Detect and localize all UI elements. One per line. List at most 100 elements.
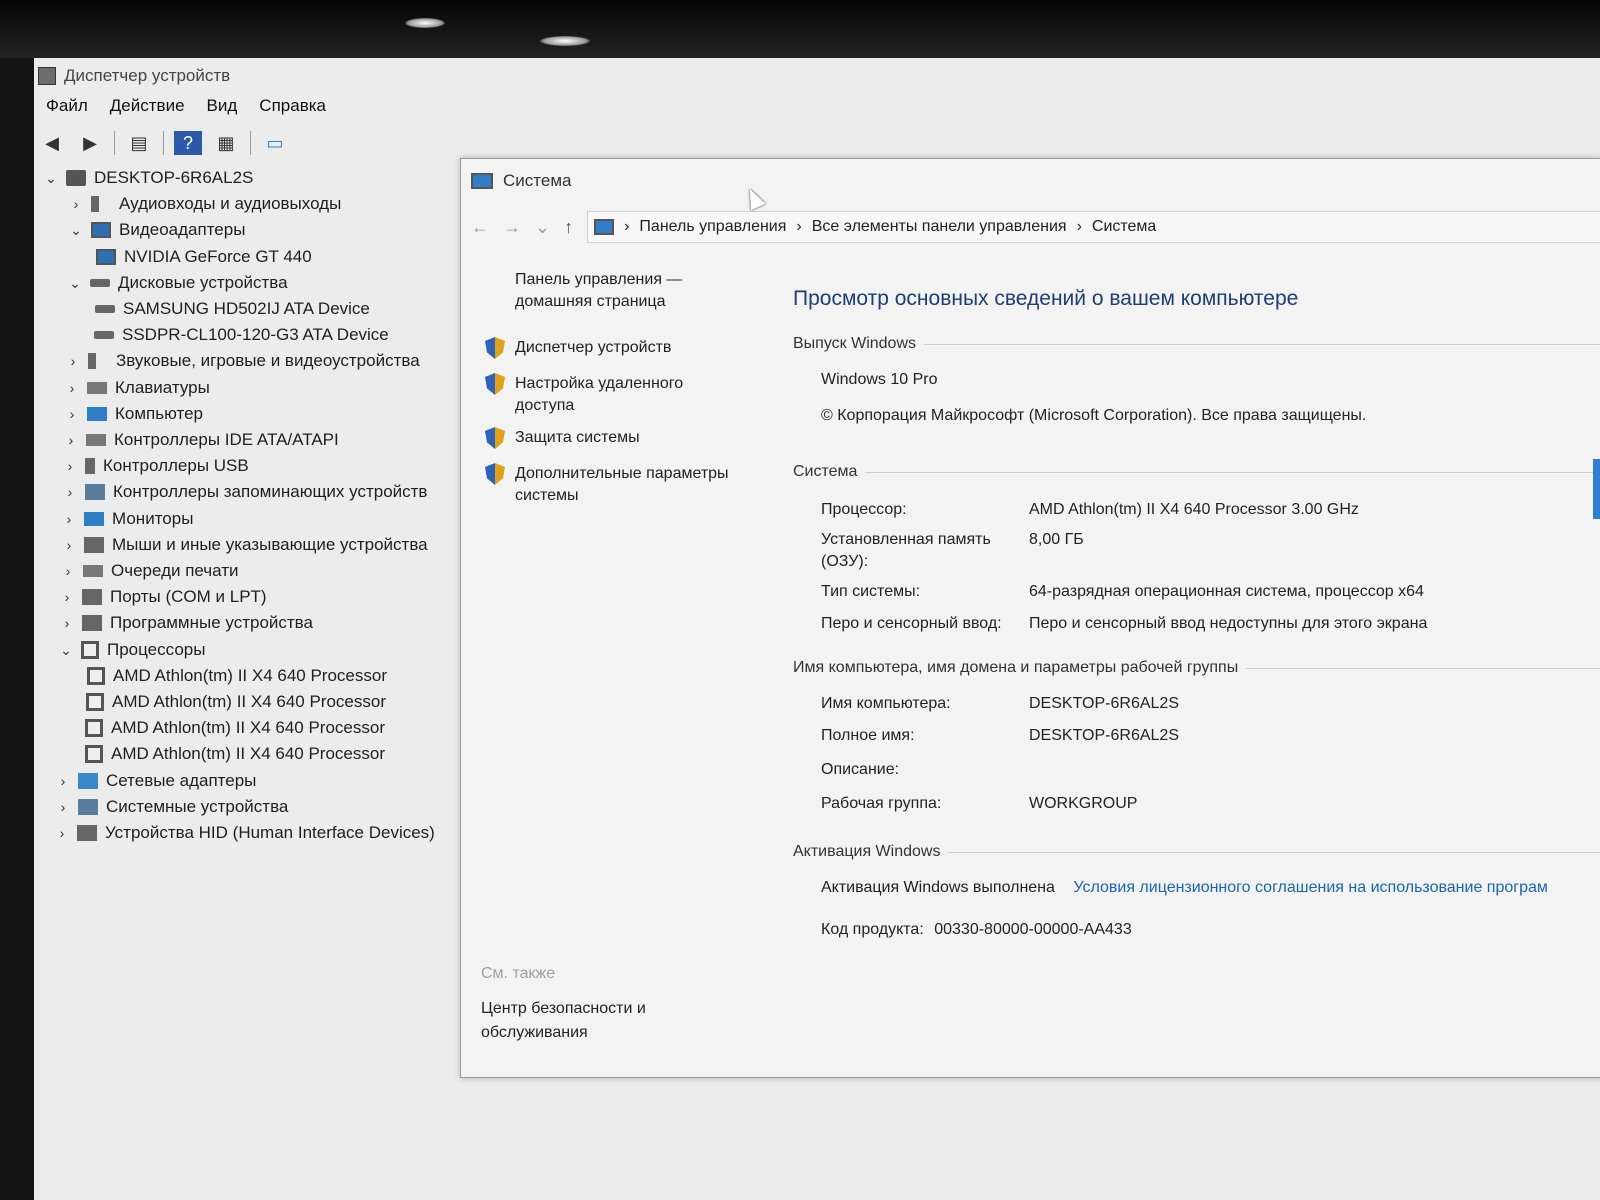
- disk-icon: [94, 331, 114, 339]
- chevron-right-icon[interactable]: ›: [63, 484, 77, 500]
- device-manager-titlebar: Диспетчер устройств: [38, 62, 230, 90]
- tree-node[interactable]: ⌄ Видеоадаптеры: [69, 218, 245, 242]
- tree-node[interactable]: › Очереди печати: [61, 559, 239, 583]
- chevron-down-icon[interactable]: ⌄: [59, 642, 73, 659]
- help-icon[interactable]: ?: [174, 131, 202, 155]
- tree-node[interactable]: › Программные устройства: [60, 611, 313, 635]
- tree-node[interactable]: › Аудиовходы и аудиовыходы: [69, 192, 342, 216]
- chevron-right-icon[interactable]: ›: [65, 380, 79, 396]
- security-center-link[interactable]: Центр безопасности и обслуживания: [481, 997, 701, 1045]
- computer-icon: [66, 170, 86, 186]
- tree-node[interactable]: ⌄ DESKTOP-6R6AL2S: [44, 166, 253, 190]
- chevron-right-icon[interactable]: ›: [60, 589, 74, 605]
- tree-node[interactable]: NVIDIA GeForce GT 440: [96, 245, 312, 269]
- tree-node[interactable]: ⌄ Дисковые устройства: [68, 271, 287, 295]
- menu-file[interactable]: Файл: [46, 96, 88, 116]
- chevron-right-icon[interactable]: ›: [61, 563, 75, 579]
- display-adapter-icon: [91, 222, 111, 238]
- link-label: Диспетчер устройств: [515, 339, 672, 356]
- tree-node[interactable]: AMD Athlon(tm) II X4 640 Processor: [86, 690, 386, 714]
- tree-node[interactable]: › Мыши и иные указывающие устройства: [62, 533, 428, 557]
- ram-value: 8,00 ГБ: [1029, 531, 1084, 548]
- control-panel-icon: [594, 219, 615, 235]
- section-title: Выпуск Windows: [793, 335, 917, 352]
- monitor-icon: [87, 407, 107, 421]
- device-manager-title: Диспетчер устройств: [64, 66, 231, 85]
- chevron-right-icon[interactable]: ›: [56, 773, 70, 789]
- tree-node-label: SSDPR-CL100-120-G3 ATA Device: [122, 325, 389, 344]
- ide-icon: [86, 434, 106, 446]
- tree-node[interactable]: › Устройства HID (Human Interface Devices…: [55, 821, 435, 845]
- chevron-right-icon[interactable]: ›: [62, 537, 76, 553]
- tree-node[interactable]: › Звуковые, игровые и видеоустройства: [66, 349, 420, 373]
- audio-icon: [88, 353, 108, 369]
- breadcrumb-control-panel[interactable]: Панель управления: [639, 218, 786, 236]
- chevron-right-icon[interactable]: ›: [64, 432, 78, 448]
- up-arrow-icon[interactable]: ↑: [564, 217, 573, 238]
- device-manager-link[interactable]: Диспетчер устройств: [485, 337, 671, 359]
- tree-node[interactable]: ⌄ Процессоры: [59, 638, 205, 662]
- tree-node[interactable]: AMD Athlon(tm) II X4 640 Processor: [85, 716, 385, 740]
- monitor-scan-icon[interactable]: ▭: [261, 131, 289, 155]
- chevron-down-icon[interactable]: ⌄: [69, 222, 83, 239]
- storage-controller-icon: [85, 484, 105, 500]
- see-also-title: См. также: [481, 965, 556, 982]
- tree-node[interactable]: › Контроллеры IDE ATA/ATAPI: [64, 428, 339, 452]
- chevron-down-icon[interactable]: ⌄: [68, 275, 82, 292]
- product-key-row: Код продукта: 00330-80000-00000-AA433: [821, 919, 1132, 941]
- workgroup-value: WORKGROUP: [1029, 795, 1138, 812]
- tree-node-label: Контроллеры IDE ATA/ATAPI: [114, 430, 339, 449]
- back-icon[interactable]: ←: [471, 217, 489, 238]
- menu-bar: Файл Действие Вид Справка: [46, 96, 326, 116]
- product-key-value: 00330-80000-00000-AA433: [934, 921, 1132, 938]
- back-arrow-icon[interactable]: ◀: [38, 131, 66, 155]
- tree-node-label: Программные устройства: [110, 613, 313, 632]
- chevron-right-icon[interactable]: ›: [56, 799, 70, 815]
- tree-node[interactable]: › Системные устройства: [56, 795, 289, 819]
- chevron-right-icon[interactable]: ›: [60, 615, 74, 631]
- tree-node[interactable]: › Мониторы: [62, 507, 194, 531]
- breadcrumb-separator: ›: [624, 218, 630, 235]
- view-icon[interactable]: ▦: [212, 131, 240, 155]
- menu-help[interactable]: Справка: [259, 96, 326, 116]
- usb-icon: [85, 458, 95, 474]
- tree-node[interactable]: AMD Athlon(tm) II X4 640 Processor: [85, 742, 385, 766]
- chevron-right-icon[interactable]: ›: [63, 458, 77, 474]
- keyboard-icon: [87, 382, 107, 394]
- link-label: Дополнительные параметры системы: [515, 465, 729, 504]
- chevron-down-icon[interactable]: ⌄: [44, 170, 58, 187]
- full-name-label: Полное имя:: [821, 727, 915, 744]
- control-panel-home-link[interactable]: Панель управления — домашняя страница: [515, 269, 755, 313]
- tree-node[interactable]: › Компьютер: [65, 402, 203, 426]
- chevron-right-icon[interactable]: ›: [65, 406, 79, 422]
- remote-settings-link[interactable]: Настройка удаленного доступа: [485, 373, 715, 417]
- tree-node[interactable]: › Контроллеры USB: [63, 454, 249, 478]
- chevron-right-icon[interactable]: ›: [62, 511, 76, 527]
- advanced-settings-link[interactable]: Дополнительные параметры системы: [485, 463, 745, 507]
- license-terms-link[interactable]: Условия лицензионного соглашения на испо…: [1073, 879, 1548, 896]
- menu-action[interactable]: Действие: [110, 96, 185, 116]
- link-label: Настройка удаленного доступа: [515, 375, 684, 414]
- tree-node-label: Сетевые адаптеры: [106, 771, 257, 790]
- network-icon: [78, 773, 98, 789]
- chevron-right-icon[interactable]: ›: [69, 196, 83, 212]
- forward-arrow-icon[interactable]: ▶: [76, 131, 104, 155]
- tree-node[interactable]: › Порты (COM и LPT): [60, 585, 267, 609]
- tree-node[interactable]: SAMSUNG HD502IJ ATA Device: [95, 297, 370, 321]
- chevron-right-icon[interactable]: ›: [55, 825, 69, 841]
- cpu-icon: [87, 667, 105, 685]
- computer-name-label: Имя компьютера:: [821, 695, 951, 712]
- chevron-down-icon[interactable]: ⌄: [535, 217, 550, 238]
- chevron-right-icon[interactable]: ›: [66, 353, 80, 369]
- tree-node-label: Аудиовходы и аудиовыходы: [119, 194, 342, 213]
- system-icon: [471, 173, 493, 189]
- tree-node[interactable]: SSDPR-CL100-120-G3 ATA Device: [94, 323, 389, 347]
- forward-icon[interactable]: →: [503, 217, 521, 238]
- tree-node[interactable]: › Контроллеры запоминающих устройств: [63, 480, 428, 504]
- menu-view[interactable]: Вид: [207, 96, 238, 116]
- tree-node[interactable]: › Клавиатуры: [65, 376, 210, 400]
- system-protection-link[interactable]: Защита системы: [485, 427, 640, 449]
- tree-node[interactable]: AMD Athlon(tm) II X4 640 Processor: [87, 664, 387, 688]
- properties-icon[interactable]: ▤: [125, 131, 153, 155]
- tree-node[interactable]: › Сетевые адаптеры: [56, 769, 257, 793]
